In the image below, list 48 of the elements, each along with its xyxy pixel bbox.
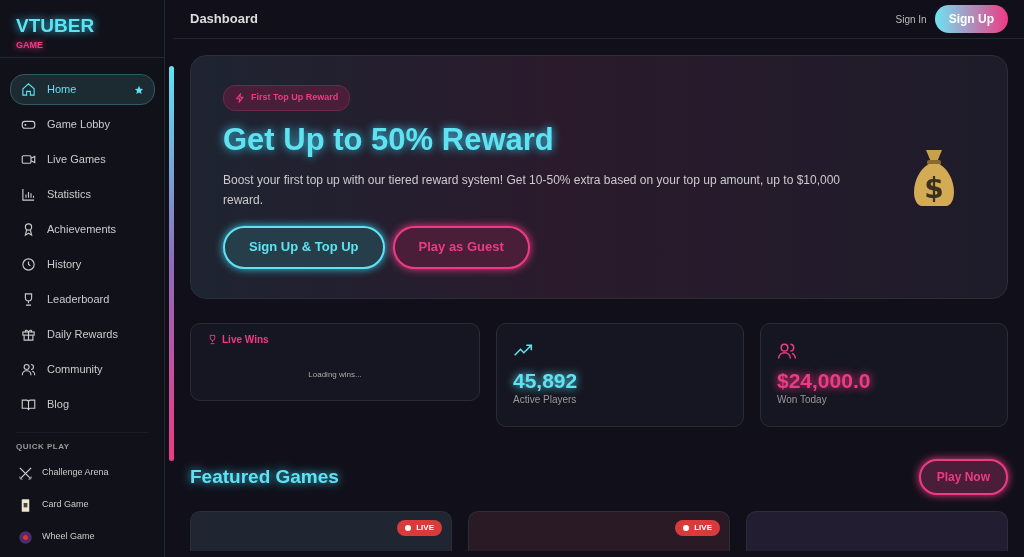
sign-in-link[interactable]: Sign In (895, 11, 927, 27)
star-icon (134, 84, 144, 95)
game-card[interactable]: LIVE (190, 511, 452, 551)
hero-text: Boost your first top up with our tiered reward system! Get 10-50% extra based on your top up amount, up to $10,000 reward. (223, 172, 841, 209)
nav-item[interactable]: Live Games (10, 144, 155, 175)
nav-item[interactable]: Game Lobby (10, 109, 155, 140)
quick-play-item[interactable]: Challenge Arena (18, 457, 109, 489)
scrollbar[interactable] (169, 66, 174, 461)
page-title: Dashboard (190, 10, 258, 29)
game-card[interactable]: LIVE (468, 511, 730, 551)
nav-item[interactable]: Achievements (10, 214, 155, 245)
play-as-guest-button[interactable]: Play as Guest (392, 225, 530, 269)
live-badge: LIVE (675, 520, 720, 536)
brand-title: VTUBER (16, 16, 96, 35)
crossed-swords-icon (18, 465, 33, 481)
stat-value: $24,000.0 (777, 368, 872, 392)
quick-play-item[interactable]: Wheel Game (18, 521, 95, 553)
video-camera-icon (21, 152, 36, 167)
quick-play-item[interactable]: Card Game (18, 489, 89, 521)
users-icon (21, 362, 36, 377)
clock-icon (21, 257, 36, 272)
stat-label: Won Today (777, 392, 828, 407)
panel-title: Live Wins (222, 333, 269, 347)
section-heading: QUICK PLAY (15, 441, 71, 453)
nav-item[interactable]: History (10, 249, 155, 280)
sign-up-top-up-button[interactable]: Sign Up & Top Up (223, 225, 385, 269)
nav-item[interactable]: Blog (10, 389, 155, 420)
nav-item[interactable]: Home (10, 74, 155, 105)
gift-icon (21, 327, 36, 342)
trophy-icon (207, 334, 218, 345)
reward-badge: First Top Up Reward (223, 85, 351, 111)
bar-chart-icon (21, 187, 36, 202)
section-title: Featured Games (190, 464, 339, 489)
lightning-icon (235, 93, 245, 104)
nav-item[interactable]: Leaderboard (10, 284, 155, 315)
loading-text: Loading wins... (308, 370, 362, 379)
wheel-icon (18, 529, 33, 545)
nav-item[interactable]: Daily Rewards (10, 319, 155, 350)
live-badge: LIVE (397, 520, 442, 536)
nav-item[interactable]: Community (10, 354, 155, 385)
house-icon (21, 82, 36, 97)
stat-value: 45,892 (513, 368, 579, 392)
brand-subtitle: GAME (16, 39, 44, 52)
hero-title: Get Up to 50% Reward (223, 120, 555, 159)
nav-item[interactable]: Statistics (10, 179, 155, 210)
stat-label: Active Players (513, 392, 578, 407)
book-icon (21, 397, 36, 412)
play-now-button[interactable]: Play Now (918, 459, 1008, 495)
